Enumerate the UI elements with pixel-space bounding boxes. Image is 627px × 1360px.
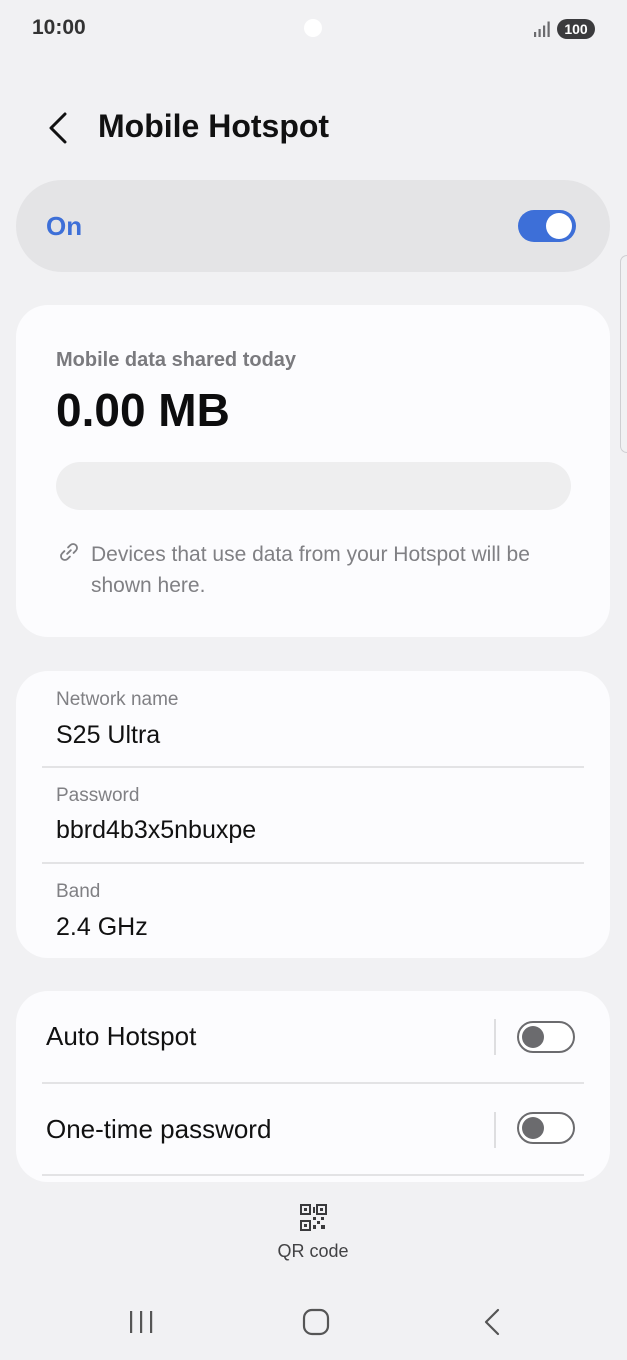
data-usage-card: Mobile data shared today 0.00 MB Devices… xyxy=(16,305,610,637)
one-time-password-toggle[interactable] xyxy=(517,1112,575,1144)
link-icon xyxy=(60,543,78,561)
devices-note: Devices that use data from your Hotspot … xyxy=(91,543,530,597)
back-icon xyxy=(484,1308,500,1336)
password-value: bbrd4b3x5nbuxpe xyxy=(56,816,257,844)
recents-icon xyxy=(130,1311,153,1333)
toggle-knob xyxy=(522,1116,544,1139)
data-shared-label: Mobile data shared today xyxy=(56,349,297,371)
network-info-card: Network name S25 Ultra Password bbrd4b3x… xyxy=(16,671,610,958)
back-button[interactable] xyxy=(36,106,80,150)
one-time-password-label: One-time password xyxy=(46,1114,272,1144)
home-button[interactable] xyxy=(286,1300,346,1344)
status-bar: 10:00 100 xyxy=(0,0,627,56)
recents-button[interactable] xyxy=(111,1300,171,1344)
data-shared-value: 0.00 MB xyxy=(56,384,230,436)
system-nav-bar xyxy=(0,1290,627,1360)
master-switch-label: On xyxy=(46,211,83,241)
qr-code-icon xyxy=(300,1204,327,1231)
network-name-row[interactable]: Network name S25 Ultra xyxy=(42,671,584,767)
network-name-label: Network name xyxy=(56,689,179,710)
band-value: 2.4 GHz xyxy=(56,913,148,941)
edge-panel-handle[interactable] xyxy=(620,255,627,453)
toggle-knob xyxy=(546,213,572,239)
home-icon xyxy=(302,1308,330,1336)
band-label: Band xyxy=(56,881,101,902)
chevron-left-icon xyxy=(49,112,67,144)
auto-hotspot-label: Auto Hotspot xyxy=(46,1021,197,1051)
band-row[interactable]: Band 2.4 GHz xyxy=(42,864,584,960)
auto-hotspot-row[interactable]: Auto Hotspot xyxy=(16,991,610,1083)
qr-code-label: QR code xyxy=(277,1241,349,1261)
toggle-knob xyxy=(522,1025,544,1048)
page-title: Mobile Hotspot xyxy=(98,108,330,144)
hotspot-master-switch[interactable]: On xyxy=(16,180,610,272)
divider xyxy=(42,1174,584,1176)
signal-bars-icon xyxy=(534,21,550,37)
usage-bar xyxy=(56,462,571,510)
row-separator xyxy=(494,1019,496,1055)
status-time: 10:00 xyxy=(32,16,86,39)
battery-badge: 100 xyxy=(557,19,595,39)
password-row[interactable]: Password bbrd4b3x5nbuxpe xyxy=(42,768,584,864)
one-time-password-row[interactable]: One-time password xyxy=(16,1084,610,1176)
options-card: Auto Hotspot One-time password xyxy=(16,991,610,1182)
network-name-value: S25 Ultra xyxy=(56,721,161,749)
system-back-button[interactable] xyxy=(462,1300,522,1344)
password-label: Password xyxy=(56,785,140,806)
qr-code-button[interactable]: QR code xyxy=(240,1198,386,1270)
camera-cutout xyxy=(304,19,322,37)
hotspot-toggle[interactable] xyxy=(518,210,576,242)
row-separator xyxy=(494,1112,496,1148)
auto-hotspot-toggle[interactable] xyxy=(517,1021,575,1053)
